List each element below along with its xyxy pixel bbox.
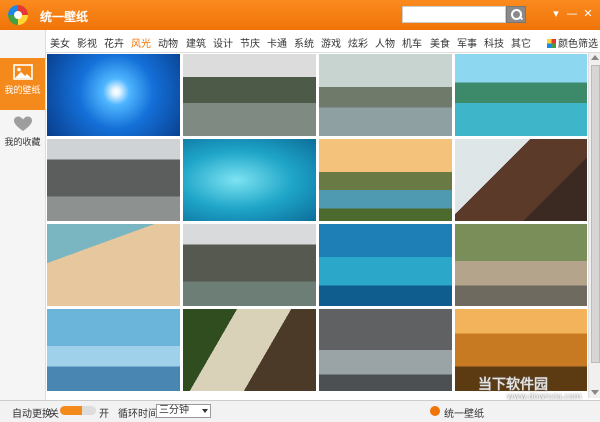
wallpaper-thumb[interactable] (47, 309, 180, 391)
tab-category[interactable]: 美食 (430, 35, 450, 50)
interval-select[interactable]: 三分钟 (156, 404, 211, 418)
wallpaper-thumb[interactable] (455, 224, 587, 306)
wallpaper-thumb[interactable] (47, 139, 180, 221)
heart-icon (13, 116, 32, 131)
wallpaper-thumb[interactable] (183, 224, 316, 306)
search-icon[interactable] (506, 6, 526, 23)
toggle-off-label: 关 (49, 409, 59, 420)
minimize-icon[interactable]: — (564, 6, 580, 22)
scroll-down-icon[interactable] (591, 390, 599, 395)
color-filter-label: 颜色筛选 (558, 39, 598, 50)
interval-label: 循环时间 (118, 409, 158, 420)
wallpaper-thumb[interactable] (319, 54, 452, 136)
tab-category[interactable]: 风光 (129, 35, 153, 56)
wallpaper-thumb[interactable] (183, 54, 316, 136)
wallpaper-thumb[interactable] (183, 139, 316, 221)
wallpaper-thumb[interactable] (47, 224, 180, 306)
tab-category[interactable]: 卡通 (267, 35, 287, 50)
app-title: 统一壁纸 (40, 10, 89, 24)
sidebar-item-label: 我的收藏 (4, 138, 41, 148)
color-filter-button[interactable]: 颜色筛选 (547, 35, 598, 50)
tab-category[interactable]: 花卉 (104, 35, 124, 50)
tab-category[interactable]: 机车 (402, 35, 422, 50)
wallpaper-grid (46, 53, 587, 398)
tab-category[interactable]: 影视 (77, 35, 97, 50)
wallpaper-thumb[interactable] (47, 54, 180, 136)
auto-change-label: 自动更换 (12, 409, 52, 420)
wallpaper-thumb[interactable] (183, 309, 316, 391)
tab-category[interactable]: 动物 (158, 35, 178, 50)
tab-category[interactable]: 其它 (511, 35, 531, 50)
wallpaper-thumb[interactable] (319, 139, 452, 221)
status-bar: 自动更换 关 开 循环时间 三分钟 统一壁纸 (0, 400, 600, 422)
wallpaper-thumb[interactable] (455, 54, 587, 136)
sidebar-item-my-favorites[interactable]: 我的收藏 (0, 110, 45, 162)
tab-category[interactable]: 美女 (50, 35, 70, 50)
toggle-on-label: 开 (99, 409, 109, 420)
scroll-thumb[interactable] (591, 65, 600, 363)
sidebar: 我的壁纸 我的收藏 (0, 30, 46, 400)
tab-category[interactable]: 节庆 (240, 35, 260, 50)
chevron-down-icon (202, 409, 208, 413)
toggle-fill (60, 406, 82, 415)
brand-logo-icon (430, 406, 440, 416)
auto-change-toggle[interactable] (60, 406, 96, 415)
tab-category[interactable]: 设计 (213, 35, 233, 50)
sidebar-item-my-wallpapers[interactable]: 我的壁纸 (0, 58, 45, 110)
menu-dropdown-icon[interactable]: ▾ (548, 6, 564, 22)
search-input[interactable] (402, 6, 506, 23)
interval-value: 三分钟 (159, 405, 189, 416)
grid-scrollbar[interactable] (588, 53, 600, 398)
watermark-text: 当下软件园 (478, 377, 548, 393)
color-grid-icon (547, 39, 556, 48)
scroll-up-icon[interactable] (591, 55, 599, 60)
tab-category[interactable]: 系统 (294, 35, 314, 50)
image-icon (12, 64, 33, 80)
wallpaper-thumb[interactable] (319, 224, 452, 306)
sidebar-item-label: 我的壁纸 (4, 86, 41, 96)
tab-category[interactable]: 游戏 (321, 35, 341, 50)
wallpaper-thumb[interactable] (455, 139, 587, 221)
brand-link[interactable]: 统一壁纸 (444, 405, 484, 420)
tab-category[interactable]: 科技 (484, 35, 504, 50)
title-bar: 统一壁纸 ▾ — ✕ (0, 0, 600, 30)
app-logo-icon (8, 5, 28, 25)
close-icon[interactable]: ✕ (580, 6, 596, 22)
tab-category[interactable]: 人物 (375, 35, 395, 50)
wallpaper-thumb[interactable] (319, 309, 452, 391)
tab-category[interactable]: 建筑 (186, 35, 206, 50)
tab-category[interactable]: 军事 (457, 35, 477, 50)
tab-category[interactable]: 炫彩 (348, 35, 368, 50)
category-bar: 美女 影视 花卉 风光 动物 建筑 设计 节庆 卡通 系统 游戏 炫彩 人物 机… (46, 30, 600, 56)
